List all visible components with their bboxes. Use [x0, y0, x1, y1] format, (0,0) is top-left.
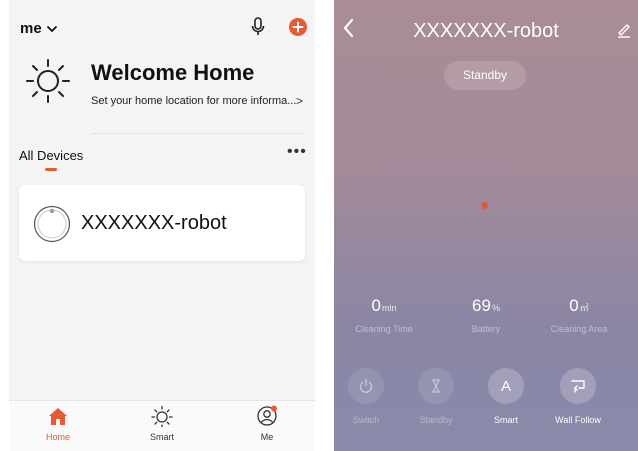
bottom-tab-bar: Home Smart Me — [9, 400, 315, 451]
mode-circle: A — [488, 368, 524, 404]
microphone-icon[interactable] — [250, 17, 266, 37]
wall-follow-button[interactable]: Wall Follow — [543, 368, 613, 425]
tab-me[interactable]: Me — [237, 405, 297, 442]
stat-unit: min — [381, 303, 397, 313]
robot-position-marker — [481, 202, 488, 209]
mode-circle — [348, 368, 384, 404]
smart-a-icon: A — [500, 377, 511, 395]
smart-button[interactable]: A Smart — [471, 368, 541, 425]
tab-home[interactable]: Home — [28, 405, 88, 442]
tab-label: Home — [45, 432, 70, 442]
hourglass-icon — [431, 379, 441, 393]
mode-label: Wall Follow — [555, 415, 601, 425]
stat-caption: Cleaning Area — [550, 324, 608, 334]
stat-cleaning-time: 0min Cleaning Time — [334, 296, 434, 334]
set-location-link[interactable]: Set your home location for more informa.… — [91, 95, 296, 107]
tab-label: Smart — [149, 432, 174, 442]
home-screen: me Welcome Home Set your home location f… — [9, 0, 315, 451]
more-options-icon[interactable]: ••• — [287, 143, 307, 161]
mode-circle — [560, 368, 596, 404]
mode-label: Standby — [419, 415, 453, 425]
stat-value: 0 — [371, 296, 381, 315]
switch-button[interactable]: Switch — [334, 368, 401, 425]
stat-cleaning-area: 0㎡ Cleaning Area — [529, 296, 629, 334]
wall-follow-icon — [571, 380, 585, 393]
stat-caption: Cleaning Time — [355, 324, 413, 334]
stat-unit: ㎡ — [579, 303, 589, 313]
welcome-title: Welcome Home — [91, 60, 255, 85]
weather-sun-icon — [26, 59, 70, 103]
edit-icon[interactable] — [616, 22, 632, 38]
user-icon — [257, 405, 277, 426]
home-selector[interactable]: me — [20, 20, 58, 37]
chevron-down-icon — [46, 25, 57, 32]
device-name: XXXXXXX-robot — [81, 212, 227, 234]
stat-caption: Battery — [471, 324, 501, 334]
robot-vacuum-icon — [33, 205, 71, 243]
tab-label: Me — [260, 432, 274, 442]
home-name: me — [20, 20, 42, 37]
mode-circle — [418, 368, 454, 404]
divider — [91, 133, 305, 134]
mode-label: Switch — [352, 415, 380, 425]
stat-value: 0 — [569, 296, 579, 315]
add-device-button[interactable] — [289, 18, 307, 36]
page-title: XXXXXXX-robot — [413, 20, 559, 42]
tab-all-devices[interactable]: All Devices — [19, 148, 83, 163]
chevron-right-icon[interactable]: > — [296, 94, 303, 108]
stat-unit: % — [491, 303, 500, 313]
stat-value: 69 — [472, 296, 491, 315]
robot-control-screen: XXXXXXX-robot Standby 0min Cleaning Time… — [334, 0, 638, 451]
power-icon — [359, 378, 373, 393]
sun-icon — [151, 405, 173, 427]
status-badge: Standby — [444, 61, 526, 90]
home-icon — [49, 408, 67, 425]
standby-button[interactable]: Standby — [401, 368, 471, 425]
stat-battery: 69% Battery — [436, 296, 536, 334]
tab-smart[interactable]: Smart — [132, 405, 192, 442]
active-tab-indicator — [45, 168, 57, 171]
mode-label: Smart — [493, 415, 518, 425]
device-card[interactable]: XXXXXXX-robot — [19, 185, 305, 261]
